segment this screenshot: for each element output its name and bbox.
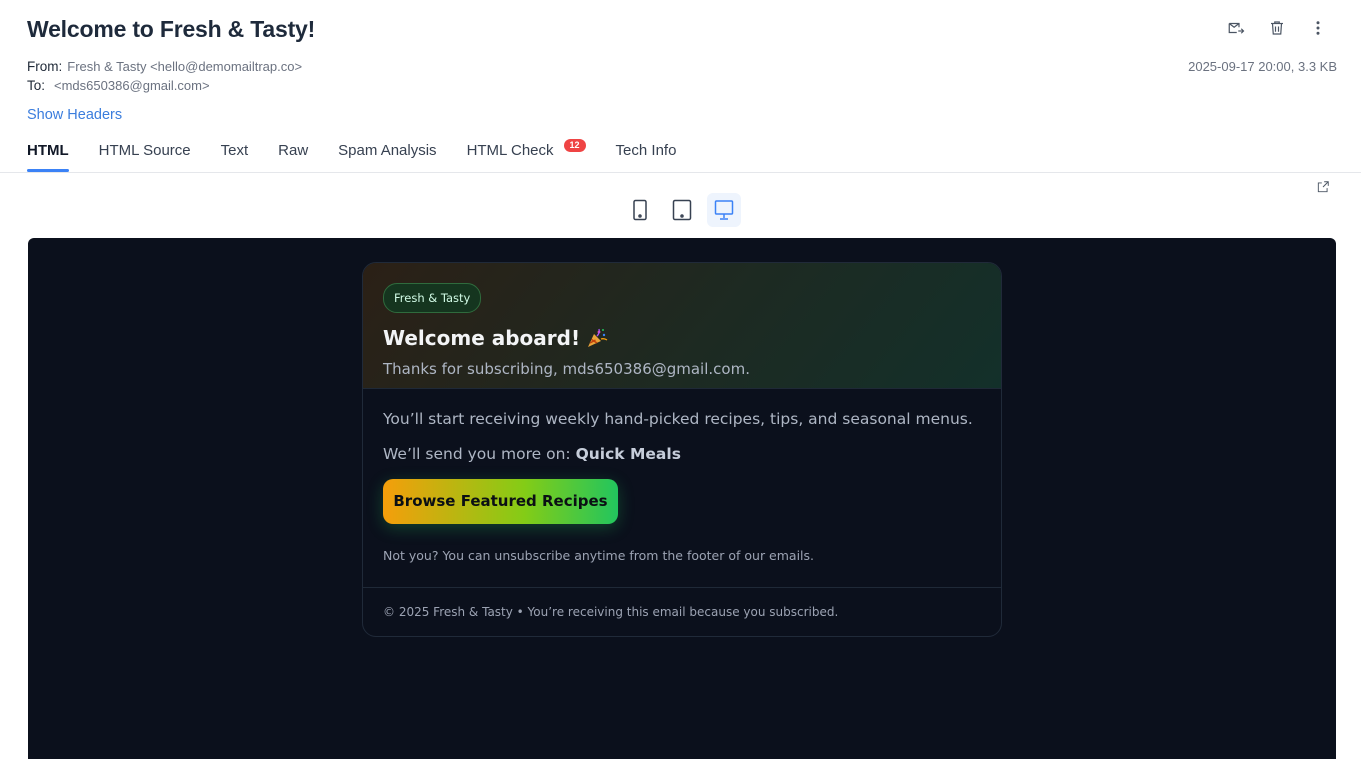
tab-label: HTML Check bbox=[466, 142, 554, 159]
tab-label: Spam Analysis bbox=[338, 142, 437, 159]
email-subject: Welcome to Fresh & Tasty! bbox=[27, 16, 316, 42]
tablet-icon[interactable] bbox=[665, 193, 699, 227]
email-card-header: Fresh & Tasty Welcome aboard! Thanks for… bbox=[363, 263, 1001, 389]
to-value: <mds650386@gmail.com> bbox=[54, 78, 210, 93]
to-label: To: bbox=[27, 78, 46, 93]
open-in-new-window-icon[interactable] bbox=[1316, 180, 1332, 196]
interest-prefix: We’ll send you more on: bbox=[383, 445, 571, 463]
email-preview: Fresh & Tasty Welcome aboard! Thanks for… bbox=[28, 238, 1336, 759]
desktop-icon[interactable] bbox=[707, 193, 741, 227]
device-switcher bbox=[623, 193, 741, 227]
tab-label: Text bbox=[220, 142, 249, 159]
welcome-heading: Welcome aboard! bbox=[383, 326, 981, 350]
tab-html[interactable]: HTML bbox=[27, 140, 69, 173]
email-actions bbox=[1225, 17, 1329, 39]
party-popper-icon bbox=[588, 328, 608, 347]
to-row: To: <mds650386@gmail.com> bbox=[27, 78, 210, 93]
mobile-icon[interactable] bbox=[623, 193, 657, 227]
browse-recipes-button[interactable]: Browse Featured Recipes bbox=[383, 479, 618, 524]
brand-badge: Fresh & Tasty bbox=[383, 283, 482, 313]
show-headers-link[interactable]: Show Headers bbox=[27, 107, 122, 123]
view-tabs: HTML HTML Source Text Raw Spam Analysis … bbox=[27, 139, 706, 173]
email-card: Fresh & Tasty Welcome aboard! Thanks for… bbox=[362, 262, 1002, 637]
tab-label: Raw bbox=[278, 142, 309, 159]
unsubscribe-note: Not you? You can unsubscribe anytime fro… bbox=[383, 548, 815, 563]
from-row: From: Fresh & Tasty <hello@demomailtrap.c… bbox=[27, 59, 302, 74]
tab-label: HTML Source bbox=[98, 142, 191, 159]
thanks-text: Thanks for subscribing, mds650386@gmail.… bbox=[383, 360, 750, 378]
email-header: Welcome to Fresh & Tasty! From: Fresh & T… bbox=[27, 0, 1337, 130]
trash-icon[interactable] bbox=[1266, 17, 1288, 39]
html-check-badge: 12 bbox=[563, 139, 586, 152]
tab-label: Tech Info bbox=[615, 142, 677, 159]
tab-tech-info[interactable]: Tech Info bbox=[616, 140, 677, 173]
interest-line: We’ll send you more on: Quick Meals bbox=[383, 445, 981, 463]
tab-raw[interactable]: Raw bbox=[278, 140, 308, 173]
tab-label: HTML bbox=[27, 142, 69, 159]
interest-value: Quick Meals bbox=[575, 445, 681, 463]
tab-spam-analysis[interactable]: Spam Analysis bbox=[338, 140, 436, 173]
email-card-body: You’ll start receiving weekly hand-picke… bbox=[363, 389, 1001, 563]
tab-html-source[interactable]: HTML Source bbox=[99, 140, 191, 173]
date-size: 2025-09-17 20:00, 3.3 KB bbox=[1188, 59, 1337, 74]
intro-text: You’ll start receiving weekly hand-picke… bbox=[383, 410, 973, 428]
from-value: Fresh & Tasty <hello@demomailtrap.co> bbox=[67, 59, 303, 74]
tab-text[interactable]: Text bbox=[221, 140, 249, 173]
from-label: From: bbox=[27, 59, 63, 74]
forward-icon[interactable] bbox=[1225, 17, 1247, 39]
email-footer: © 2025 Fresh & Tasty • You’re receiving … bbox=[363, 587, 1001, 619]
tabs-divider bbox=[0, 172, 1361, 173]
welcome-text: Welcome aboard! bbox=[383, 326, 581, 350]
more-vertical-icon[interactable] bbox=[1307, 17, 1329, 39]
tab-html-check[interactable]: HTML Check 12 bbox=[466, 139, 586, 173]
